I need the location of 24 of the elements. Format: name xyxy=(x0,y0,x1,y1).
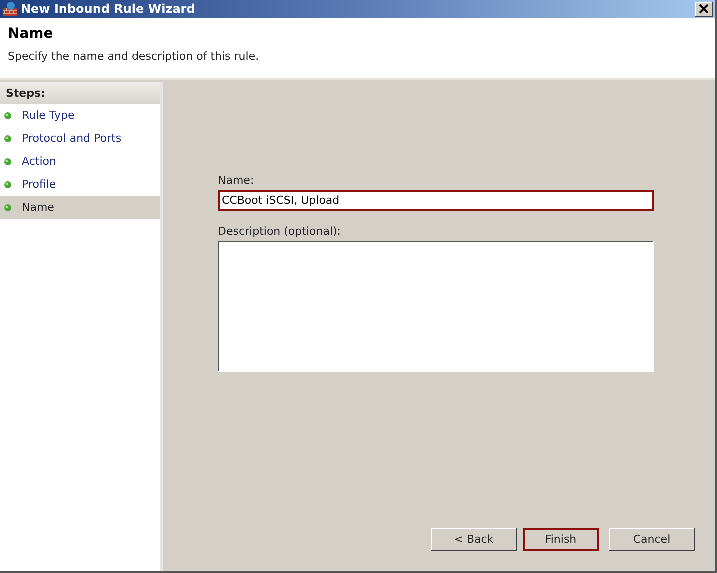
description-label: Description (optional): xyxy=(218,225,342,238)
name-label: Name: xyxy=(218,174,256,187)
description-input-field[interactable] xyxy=(218,241,654,372)
close-icon xyxy=(699,4,709,14)
step-dot-icon xyxy=(4,112,12,120)
wizard-button[interactable]: < Back xyxy=(431,528,517,551)
step-item[interactable]: Action xyxy=(0,150,160,173)
steps-heading: Steps: xyxy=(0,82,160,104)
step-dot-icon xyxy=(4,158,12,166)
step-dot-icon xyxy=(4,204,12,212)
step-item[interactable]: Rule Type xyxy=(0,104,160,127)
wizard-button[interactable]: Finish xyxy=(523,528,599,551)
step-item[interactable]: Protocol and Ports xyxy=(0,127,160,150)
page-title: Name xyxy=(8,26,54,42)
step-dot-icon xyxy=(4,134,12,142)
wizard-button[interactable]: Cancel xyxy=(609,528,695,551)
name-input-field[interactable]: CCBoot iSCSI, Upload xyxy=(218,190,654,211)
close-button[interactable] xyxy=(695,2,713,16)
step-dot-icon xyxy=(4,180,12,188)
step-item[interactable]: Profile xyxy=(0,173,160,196)
step-item[interactable]: Name xyxy=(0,196,160,219)
window-title: New Inbound Rule Wizard xyxy=(21,2,196,16)
page-subtitle: Specify the name and description of this rule. xyxy=(8,50,260,63)
brick-wall-globe-icon xyxy=(2,1,18,17)
